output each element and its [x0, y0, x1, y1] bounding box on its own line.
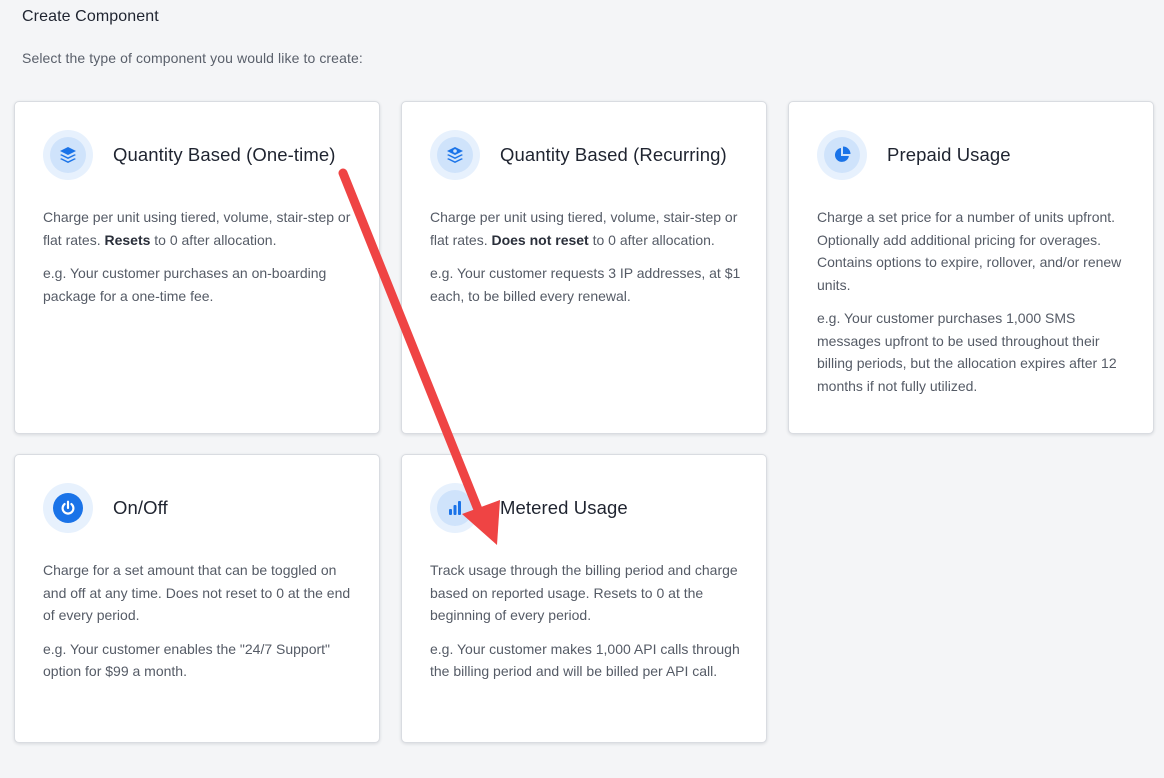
- card-example: e.g. Your customer enables the "24/7 Sup…: [43, 640, 331, 680]
- pie-chart-icon: [817, 130, 867, 180]
- layers-recurring-icon: [430, 130, 480, 180]
- card-header: On/Off: [43, 483, 168, 533]
- card-header: Quantity Based (Recurring): [430, 130, 727, 180]
- component-card-on-off[interactable]: On/Off Charge for a set amount that can …: [14, 454, 380, 743]
- page-title: Create Component: [22, 8, 159, 25]
- component-card-prepaid-usage[interactable]: Prepaid Usage Charge a set price for a n…: [788, 101, 1154, 434]
- card-example: e.g. Your customer purchases an on-board…: [43, 265, 327, 304]
- card-header: Prepaid Usage: [817, 130, 1011, 180]
- card-example: e.g. Your customer purchases 1,000 SMS m…: [817, 310, 1117, 394]
- card-title: Prepaid Usage: [887, 144, 1011, 165]
- create-component-page: Create Component Select the type of comp…: [0, 0, 1164, 778]
- card-summary: Track usage through the billing period a…: [430, 562, 738, 623]
- card-summary: Charge for a set amount that can be togg…: [43, 562, 351, 623]
- card-summary: Charge per unit using tiered, volume, st…: [430, 209, 738, 248]
- card-title: On/Off: [113, 497, 168, 518]
- card-description: Charge per unit using tiered, volume, st…: [430, 206, 744, 318]
- card-summary: Charge a set price for a number of units…: [817, 209, 1122, 293]
- page-subtitle: Select the type of component you would l…: [22, 50, 363, 66]
- card-header: Metered Usage: [430, 483, 628, 533]
- component-card-quantity-recurring[interactable]: Quantity Based (Recurring) Charge per un…: [401, 101, 767, 434]
- component-card-metered-usage[interactable]: Metered Usage Track usage through the bi…: [401, 454, 767, 743]
- emphasis-text: Resets: [104, 231, 151, 248]
- card-title: Quantity Based (Recurring): [500, 144, 727, 165]
- card-example: e.g. Your customer makes 1,000 API calls…: [430, 640, 740, 680]
- card-title: Quantity Based (One-time): [113, 144, 336, 165]
- card-header: Quantity Based (One-time): [43, 130, 336, 180]
- emphasis-text: Does not reset: [491, 231, 589, 248]
- card-title: Metered Usage: [500, 497, 628, 518]
- card-description: Charge a set price for a number of units…: [817, 206, 1131, 408]
- card-description: Track usage through the billing period a…: [430, 559, 744, 694]
- bar-chart-icon: [430, 483, 480, 533]
- card-summary: Charge per unit using tiered, volume, st…: [43, 209, 351, 248]
- power-icon: [43, 483, 93, 533]
- layers-icon: [43, 130, 93, 180]
- card-description: Charge per unit using tiered, volume, st…: [43, 206, 357, 318]
- card-example: e.g. Your customer requests 3 IP address…: [430, 265, 741, 304]
- component-card-quantity-one-time[interactable]: Quantity Based (One-time) Charge per uni…: [14, 101, 380, 434]
- card-description: Charge for a set amount that can be togg…: [43, 559, 357, 694]
